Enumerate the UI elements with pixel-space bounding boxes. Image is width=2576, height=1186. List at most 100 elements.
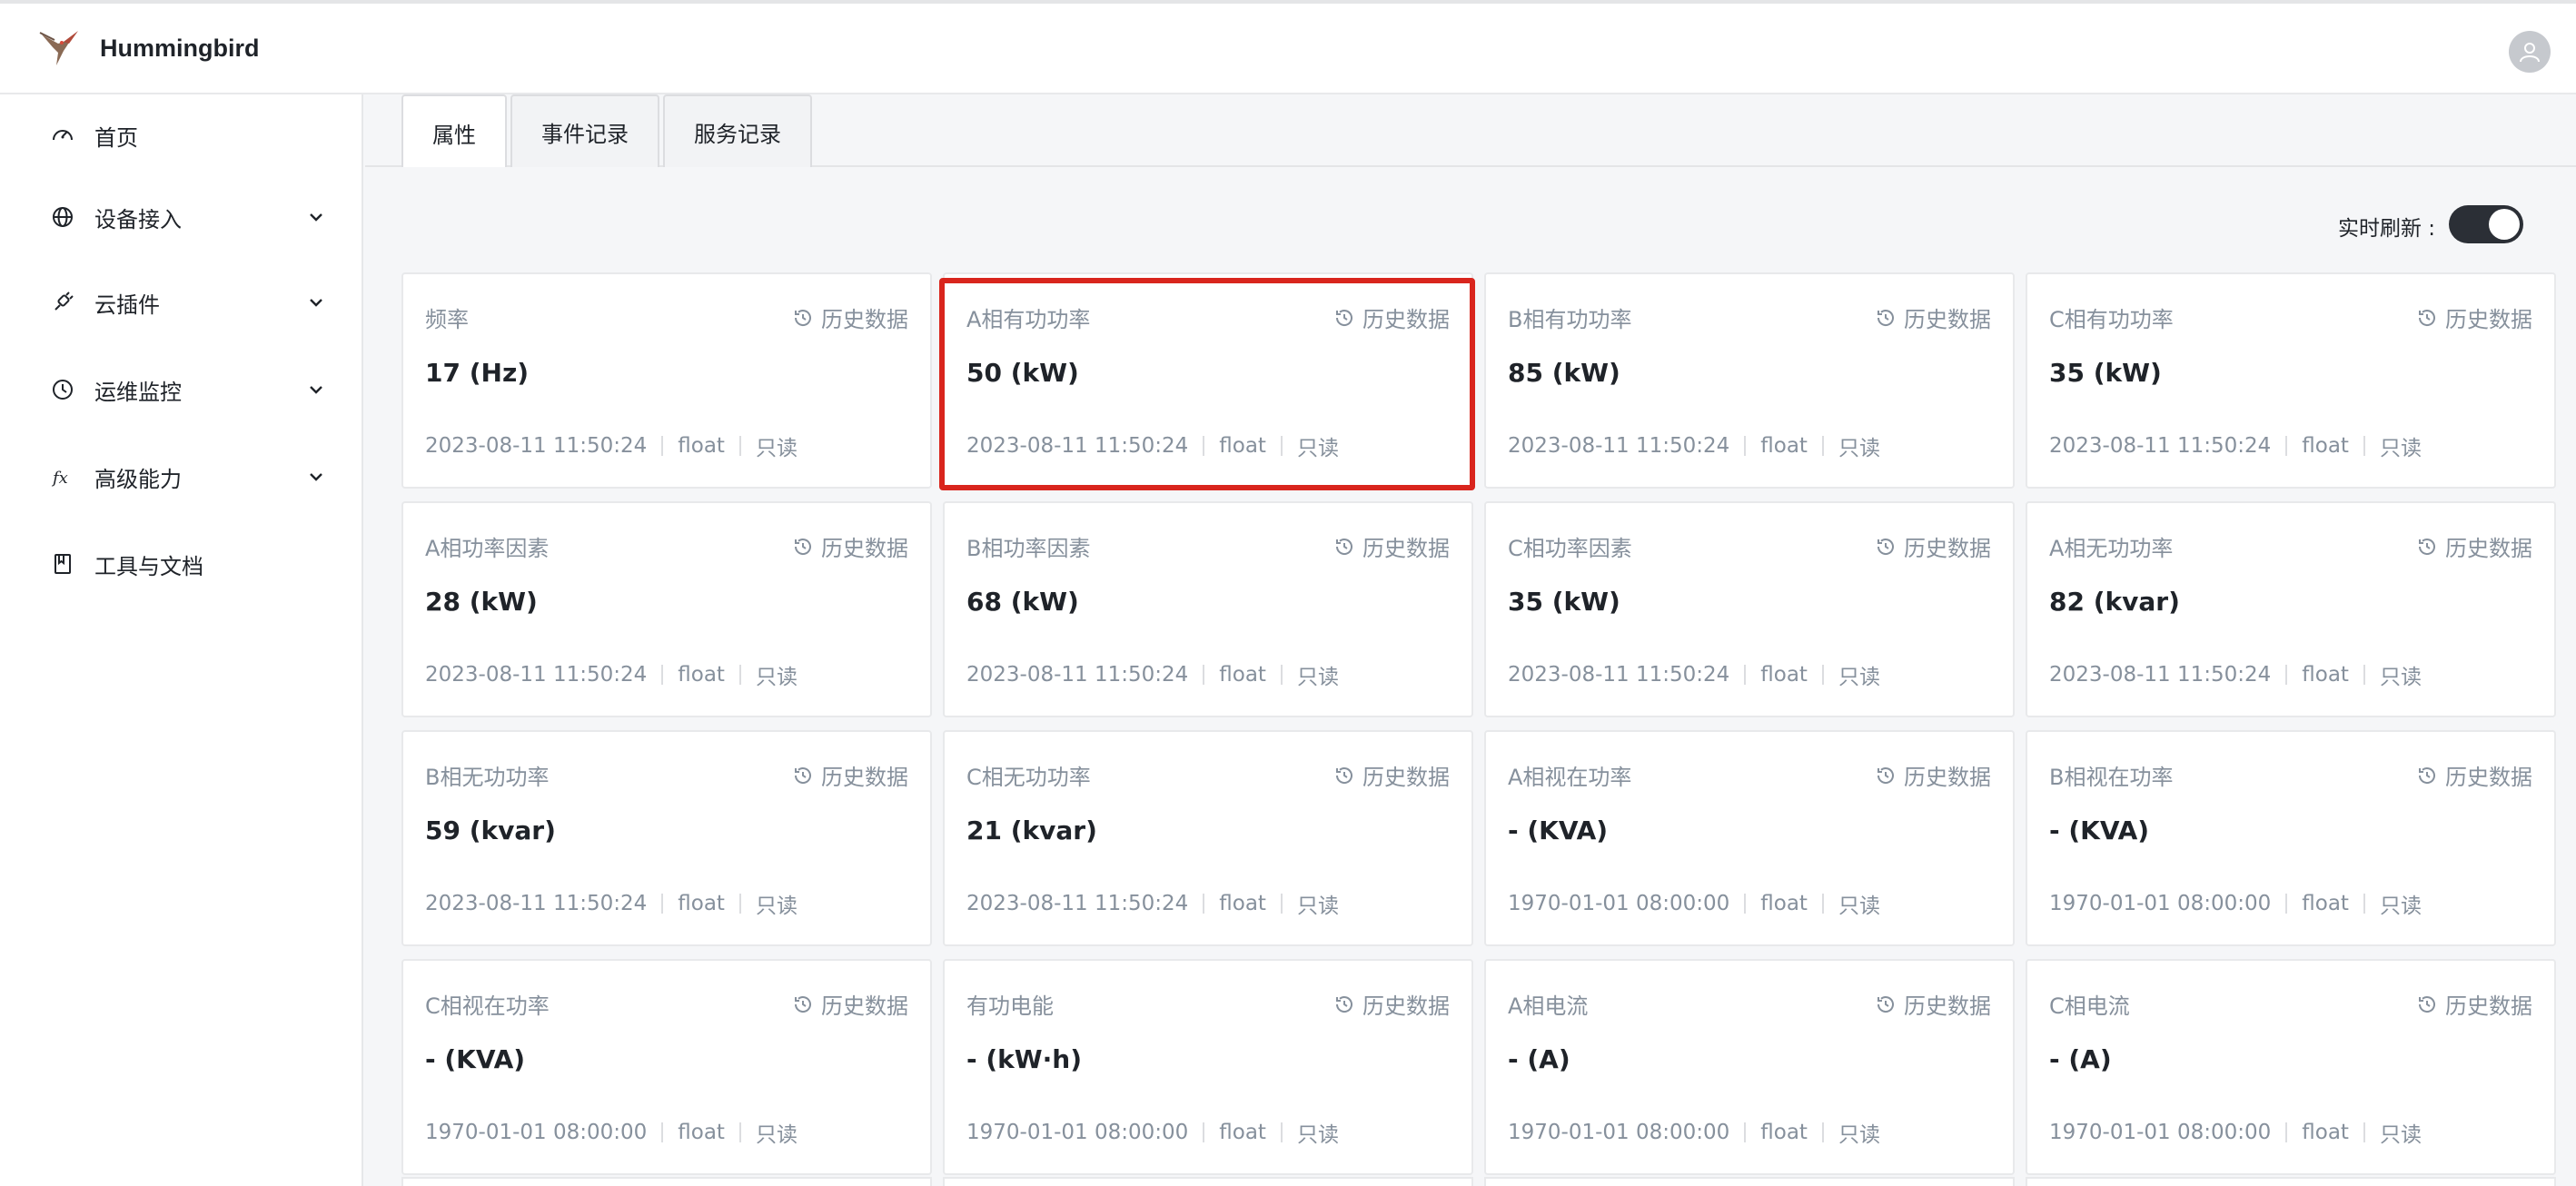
- history-data-link[interactable]: 历史数据: [1875, 301, 1991, 333]
- history-data-link[interactable]: 历史数据: [1333, 301, 1450, 333]
- property-value: 17 (Hz): [425, 358, 530, 388]
- history-icon: [792, 765, 814, 786]
- sidebar-item-device-access[interactable]: 设备接入: [0, 185, 362, 249]
- history-label: 历史数据: [2445, 993, 2532, 1019]
- history-data-link[interactable]: 历史数据: [792, 988, 908, 1020]
- property-meta: 2023-08-11 11:50:24 float 只读: [2049, 430, 2422, 461]
- divider: [1203, 436, 1205, 456]
- property-access: 只读: [2379, 666, 2422, 689]
- property-timestamp: 2023-08-11 11:50:24: [2049, 434, 2272, 458]
- property-type: float: [678, 892, 725, 915]
- property-meta: 1970-01-01 08:00:00 float 只读: [2049, 1117, 2422, 1148]
- history-data-link[interactable]: 历史数据: [2416, 301, 2532, 333]
- divider: [738, 436, 741, 456]
- plugin-icon: [51, 291, 74, 314]
- property-meta: 2023-08-11 11:50:24 float 只读: [425, 888, 798, 919]
- sidebar-item-cloud-plugin[interactable]: 云插件: [0, 271, 362, 334]
- divider: [2285, 665, 2288, 685]
- sidebar-item-ops-monitoring[interactable]: 运维监控: [0, 358, 362, 421]
- property-card: C相视在功率 历史数据 - (KVA) 1970-01-01 08:00:00 floa…: [401, 959, 932, 1175]
- card-partial: [1484, 1177, 2015, 1186]
- history-icon: [1333, 307, 1355, 329]
- divider: [1203, 1122, 1205, 1142]
- sidebar-item-home[interactable]: 首页: [0, 104, 362, 167]
- history-data-link[interactable]: 历史数据: [792, 301, 908, 333]
- property-value: - (A): [1508, 1044, 1570, 1074]
- property-type: float: [1219, 434, 1266, 458]
- property-access: 只读: [1838, 437, 1880, 460]
- history-data-link[interactable]: 历史数据: [2416, 759, 2532, 791]
- divider: [1203, 894, 1205, 914]
- realtime-refresh-toggle[interactable]: [2449, 205, 2523, 243]
- property-type: float: [1219, 1121, 1266, 1144]
- property-card: B相无功功率 历史数据 59 (kvar) 2023-08-11 11:50:24 fl…: [401, 730, 932, 946]
- divider: [661, 665, 664, 685]
- globe-icon: [51, 205, 74, 229]
- hummingbird-logo-icon[interactable]: [36, 25, 84, 73]
- realtime-refresh-label: 实时刷新 :: [2338, 217, 2436, 241]
- property-timestamp: 2023-08-11 11:50:24: [425, 663, 648, 687]
- history-data-link[interactable]: 历史数据: [1875, 988, 1991, 1020]
- property-value: - (KVA): [425, 1044, 526, 1074]
- property-type: float: [2302, 1121, 2349, 1144]
- history-data-link[interactable]: 历史数据: [1333, 988, 1450, 1020]
- property-timestamp: 1970-01-01 08:00:00: [2049, 1121, 2272, 1144]
- history-data-link[interactable]: 历史数据: [2416, 530, 2532, 562]
- property-access: 只读: [755, 437, 798, 460]
- property-value: - (KVA): [2049, 815, 2150, 845]
- tab-properties[interactable]: 属性: [401, 94, 507, 169]
- divider: [2363, 436, 2365, 456]
- history-icon: [792, 993, 814, 1015]
- property-value: - (KVA): [1508, 815, 1609, 845]
- tab-service-records[interactable]: 服务记录: [663, 94, 812, 167]
- property-access: 只读: [1296, 894, 1339, 918]
- sidebar-item-label: 云插件: [94, 292, 160, 318]
- toggle-knob: [2489, 209, 2520, 240]
- divider: [1280, 436, 1283, 456]
- property-access: 只读: [2379, 1123, 2422, 1147]
- tab-label: 事件记录: [541, 121, 629, 147]
- tab-event-records[interactable]: 事件记录: [510, 94, 659, 167]
- history-data-link[interactable]: 历史数据: [1333, 759, 1450, 791]
- history-icon: [1333, 993, 1355, 1015]
- property-meta: 1970-01-01 08:00:00 float 只读: [1508, 888, 1880, 919]
- history-label: 历史数据: [1904, 307, 1991, 332]
- history-data-link[interactable]: 历史数据: [792, 530, 908, 562]
- history-data-link[interactable]: 历史数据: [1333, 530, 1450, 562]
- sidebar-item-tools-docs[interactable]: 工具与文档: [0, 532, 362, 596]
- property-card: C相无功功率 历史数据 21 (kvar) 2023-08-11 11:50:24 fl…: [943, 730, 1473, 946]
- history-data-link[interactable]: 历史数据: [1875, 530, 1991, 562]
- property-value: 59 (kvar): [425, 815, 556, 845]
- property-value: 21 (kvar): [966, 815, 1097, 845]
- history-label: 历史数据: [821, 307, 908, 332]
- property-timestamp: 1970-01-01 08:00:00: [1508, 892, 1730, 915]
- history-data-link[interactable]: 历史数据: [2416, 988, 2532, 1020]
- history-data-link[interactable]: 历史数据: [1875, 759, 1991, 791]
- property-access: 只读: [2379, 437, 2422, 460]
- history-data-link[interactable]: 历史数据: [792, 759, 908, 791]
- property-meta: 2023-08-11 11:50:24 float 只读: [425, 659, 798, 690]
- divider: [1744, 436, 1747, 456]
- property-value: 82 (kvar): [2049, 587, 2180, 617]
- history-icon: [792, 536, 814, 558]
- user-avatar-icon[interactable]: [2509, 31, 2551, 73]
- tab-label: 服务记录: [694, 121, 781, 147]
- sidebar-item-advanced-capability[interactable]: fx 高级能力: [0, 445, 362, 509]
- divider: [1280, 894, 1283, 914]
- divider: [2363, 894, 2365, 914]
- property-card: C相有功功率 历史数据 35 (kW) 2023-08-11 11:50:24 floa…: [2026, 272, 2556, 489]
- property-meta: 1970-01-01 08:00:00 float 只读: [966, 1117, 1339, 1148]
- property-timestamp: 2023-08-11 11:50:24: [966, 663, 1189, 687]
- divider: [2285, 1122, 2288, 1142]
- property-name: A相电流: [1508, 993, 1589, 1019]
- divider: [1280, 1122, 1283, 1142]
- property-value: 50 (kW): [966, 358, 1079, 388]
- property-meta: 2023-08-11 11:50:24 float 只读: [2049, 659, 2422, 690]
- divider: [2363, 1122, 2365, 1142]
- property-name: C相无功功率: [966, 765, 1091, 790]
- property-timestamp: 2023-08-11 11:50:24: [1508, 434, 1730, 458]
- property-name: B相无功功率: [425, 765, 550, 790]
- property-value: - (A): [2049, 1044, 2112, 1074]
- property-access: 只读: [1296, 666, 1339, 689]
- property-timestamp: 2023-08-11 11:50:24: [966, 892, 1189, 915]
